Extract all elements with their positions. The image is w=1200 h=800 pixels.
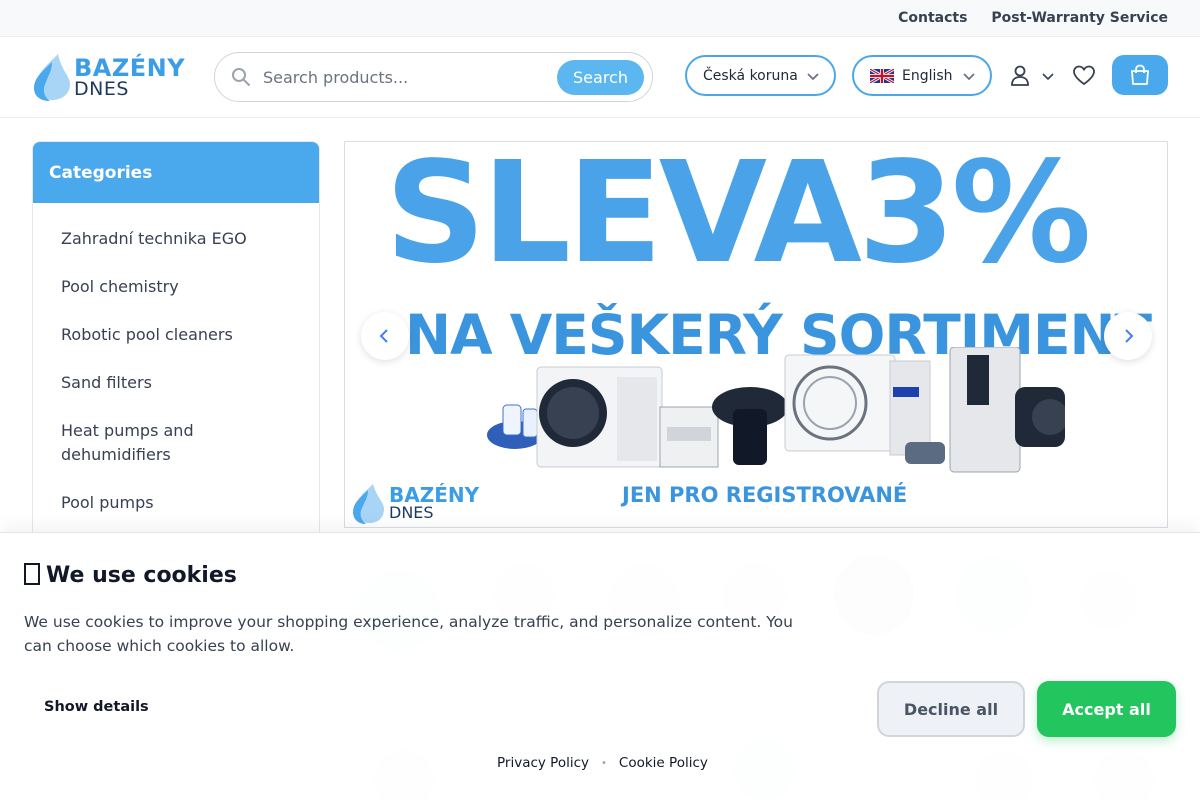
language-value: English [902, 67, 953, 84]
sidebar-item-heat-pumps[interactable]: Heat pumps and dehumidifiers [33, 407, 319, 479]
banner-logo-line2: DNES [389, 503, 434, 522]
decline-all-button[interactable]: Decline all [877, 681, 1025, 737]
sidebar-item-garden-ego[interactable]: Zahradní technika EGO [33, 215, 319, 263]
shopping-bag-icon [1131, 64, 1149, 85]
site-logo[interactable]: BAZÉNY DNES [32, 52, 186, 102]
contacts-link[interactable]: Contacts [898, 10, 967, 26]
logo-drop-icon [34, 54, 70, 101]
cookie-icon [24, 563, 40, 585]
post-warranty-link[interactable]: Post-Warranty Service [991, 10, 1168, 26]
currency-select[interactable]: Česká koruna [685, 55, 836, 96]
banner-footnote: JEN PRO REGISTROVANÉ [622, 483, 908, 507]
accept-all-button[interactable]: Accept all [1037, 681, 1176, 737]
chevron-down-icon [807, 72, 819, 80]
privacy-policy-link[interactable]: Privacy Policy [497, 755, 589, 771]
category-sidebar: Categories Zahradní technika EGO Pool ch… [32, 141, 320, 561]
cookie-title-text: We use cookies [46, 563, 237, 588]
banner-headline: SLEVA3% [385, 141, 1092, 295]
banner-logo-line1: BAZÉNY [389, 483, 480, 507]
wishlist-button[interactable] [1073, 65, 1095, 91]
search-input[interactable] [263, 67, 553, 87]
cookie-title: We use cookies [24, 563, 237, 588]
search-bar: Search [214, 52, 653, 102]
cookie-consent-banner: We use cookies We use cookies to improve… [0, 532, 1200, 800]
cart-button[interactable] [1112, 55, 1168, 95]
sidebar-item-pool-chemistry[interactable]: Pool chemistry [33, 263, 319, 311]
link-separator: • [601, 757, 607, 769]
slider-prev-button[interactable] [361, 312, 409, 360]
language-select[interactable]: English [852, 55, 992, 96]
currency-value: Česká koruna [703, 67, 798, 84]
cookie-description: We use cookies to improve your shopping … [24, 613, 793, 655]
user-icon [1011, 65, 1054, 86]
banner-logo-text: BAZÉNY DNES [389, 485, 479, 521]
show-details-link[interactable]: Show details [44, 699, 149, 715]
sidebar-item-sand-filters[interactable]: Sand filters [33, 359, 319, 407]
top-bar: Contacts Post-Warranty Service [0, 0, 1200, 37]
logo-line2: DNES [74, 78, 129, 100]
logo-line1: BAZÉNY [74, 54, 186, 82]
sidebar-item-robotic-cleaners[interactable]: Robotic pool cleaners [33, 311, 319, 359]
promo-banner[interactable]: SLEVA3% NA VEŠKERÝ SORTIMENT BAZÉNY DNES… [344, 141, 1168, 528]
header: BAZÉNY DNES Search Česká koruna English [0, 37, 1200, 118]
search-icon [232, 68, 250, 86]
search-button[interactable]: Search [557, 60, 644, 95]
heart-icon [1073, 65, 1095, 86]
policy-links: Privacy Policy • Cookie Policy [497, 755, 708, 771]
sidebar-title: Categories [33, 142, 319, 203]
chevron-right-icon [1125, 329, 1134, 343]
banner-products-image [487, 347, 1065, 473]
uk-flag-icon [870, 68, 894, 83]
chevron-left-icon [379, 329, 388, 343]
slider-next-button[interactable] [1104, 312, 1152, 360]
sidebar-item-pool-pumps[interactable]: Pool pumps [33, 479, 319, 527]
account-menu[interactable] [1010, 65, 1056, 91]
cookie-policy-link[interactable]: Cookie Policy [619, 755, 708, 771]
chevron-down-icon [963, 72, 975, 80]
